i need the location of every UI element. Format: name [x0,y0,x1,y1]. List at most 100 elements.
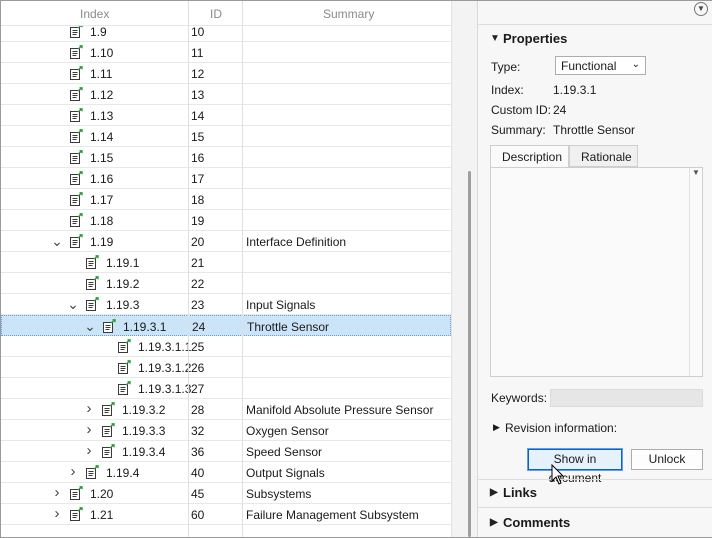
collapsed-triangle-icon: ▶ [490,517,498,528]
row-id: 25 [191,340,205,354]
textarea-scrollbar[interactable]: ▼ [689,168,702,376]
chevron-right-icon[interactable]: › [67,464,79,479]
tab-description[interactable]: Description [490,145,569,168]
table-row[interactable]: 1.19.2 22 [1,273,451,294]
revision-information-label[interactable]: Revision information: [505,421,617,435]
requirements-tree-table[interactable]: 1.891.9101.10111.11121.12131.13141.14151… [1,1,451,537]
row-id: 13 [191,88,205,102]
table-row[interactable]: › 1.19.3.2 28 Manifold Absolute Pressure Se… [1,399,451,420]
table-row[interactable]: ⌄ 1.19 20 Interface Definition [1,231,451,252]
links-title: Links [503,485,537,500]
requirement-icon [69,213,83,227]
requirement-icon [69,108,83,122]
description-textarea[interactable]: ▼ [490,167,703,377]
table-row[interactable]: 1.19.3.1.1 25 [1,336,451,357]
row-id: 14 [191,109,205,123]
row-id: 12 [191,67,205,81]
row-index: 1.19 [90,235,114,249]
links-section-header[interactable]: ▶ Links [478,482,712,504]
requirement-icon [69,486,83,500]
row-index: 1.19.3 [106,298,140,312]
comments-section-header[interactable]: ▶ Comments [478,512,712,534]
requirement-icon [69,24,83,38]
header-id[interactable]: ID [210,7,222,21]
requirement-icon [117,360,131,374]
table-row[interactable]: 1.17 18 [1,189,451,210]
chevron-right-icon[interactable]: › [51,506,63,521]
scroll-up-icon[interactable]: ▼ [692,168,700,177]
unlock-button[interactable]: Unlock [631,449,703,470]
requirement-icon [69,192,83,206]
tree-scrollbar[interactable] [451,1,477,537]
chevron-down-icon[interactable]: ⌄ [67,297,79,311]
chevron-right-icon[interactable]: › [83,443,95,458]
table-row[interactable]: 1.14 15 [1,126,451,147]
scrollbar-thumb[interactable] [468,171,471,537]
header-summary[interactable]: Summary [323,7,374,21]
table-row[interactable]: › 1.19.4 40 Output Signals [1,462,451,483]
table-row[interactable]: › 1.19.3.3 32 Oxygen Sensor [1,420,451,441]
type-select[interactable]: Functional ⌄ [555,56,646,75]
row-index: 1.19.3.4 [122,445,166,459]
table-row[interactable]: 1.12 13 [1,84,451,105]
row-id: 16 [191,151,205,165]
row-index: 1.20 [90,487,114,501]
chevron-right-icon[interactable]: › [83,401,95,416]
row-summary: Manifold Absolute Pressure Sensor [246,403,434,417]
header-divider [188,1,189,25]
table-row[interactable]: 1.19.3.1.2 26 [1,357,451,378]
custom-id-label: Custom ID: [491,103,552,117]
row-index: 1.19.3.3 [122,424,166,438]
divider [478,479,712,480]
row-id: 36 [191,445,205,459]
table-row[interactable]: 1.11 12 [1,63,451,84]
row-index: 1.19.3.1.1 [138,340,192,354]
row-index: 1.19.1 [106,256,140,270]
row-id: 23 [191,298,205,312]
requirement-icon [101,423,115,437]
table-row[interactable]: 1.19.1 21 [1,252,451,273]
chevron-down-icon[interactable]: ⌄ [84,319,96,333]
requirement-icon [69,171,83,185]
mouse-cursor-icon [551,464,565,485]
row-summary: Speed Sensor [246,445,323,459]
row-id: 32 [191,424,205,438]
table-row[interactable]: 1.15 16 [1,147,451,168]
chevron-right-icon[interactable]: › [83,422,95,437]
table-row[interactable]: 1.16 17 [1,168,451,189]
chevron-right-icon[interactable]: › [51,485,63,500]
chevron-down-icon[interactable]: ⌄ [51,234,63,248]
index-label: Index: [491,83,524,97]
table-row[interactable]: 1.19.3.1.3 27 [1,378,451,399]
table-row[interactable]: › 1.21 60 Failure Management Subsystem [1,504,451,525]
table-row[interactable]: ⌄ 1.19.3.1 24 Throttle Sensor [1,315,451,336]
collapsed-triangle-icon: ▶ [490,487,498,498]
table-header: Index ID Summary [1,1,451,26]
table-row[interactable]: 1.10 11 [1,42,451,63]
row-id: 26 [191,361,205,375]
row-summary: Throttle Sensor [247,320,330,334]
properties-section-header[interactable]: ▼ Properties [478,28,712,50]
row-id: 19 [191,214,205,228]
table-row[interactable]: 1.13 14 [1,105,451,126]
row-index: 1.11 [90,67,113,81]
header-index[interactable]: Index [80,7,109,21]
custom-id-value: 24 [553,103,567,117]
table-row[interactable]: › 1.19.3.4 36 Speed Sensor [1,441,451,462]
table-row[interactable]: 1.18 19 [1,210,451,231]
collapsed-triangle-icon[interactable]: ▶ [493,422,500,433]
row-index: 1.12 [90,88,114,102]
row-index: 1.14 [90,130,114,144]
table-row[interactable]: › 1.20 45 Subsystems [1,483,451,504]
row-index: 1.19.3.1.3 [138,382,192,396]
row-id: 17 [191,172,205,186]
row-id: 20 [191,235,205,249]
requirement-icon [85,255,99,269]
show-in-document-button[interactable]: Show in document [527,448,623,485]
summary-label: Summary: [491,123,546,137]
table-row[interactable]: ⌄ 1.19.3 23 Input Signals [1,294,451,315]
collapse-circle-icon[interactable]: ▼ [694,2,708,16]
row-index: 1.19.2 [106,277,140,291]
tab-rationale[interactable]: Rationale [569,145,638,167]
keywords-field[interactable] [550,389,703,407]
